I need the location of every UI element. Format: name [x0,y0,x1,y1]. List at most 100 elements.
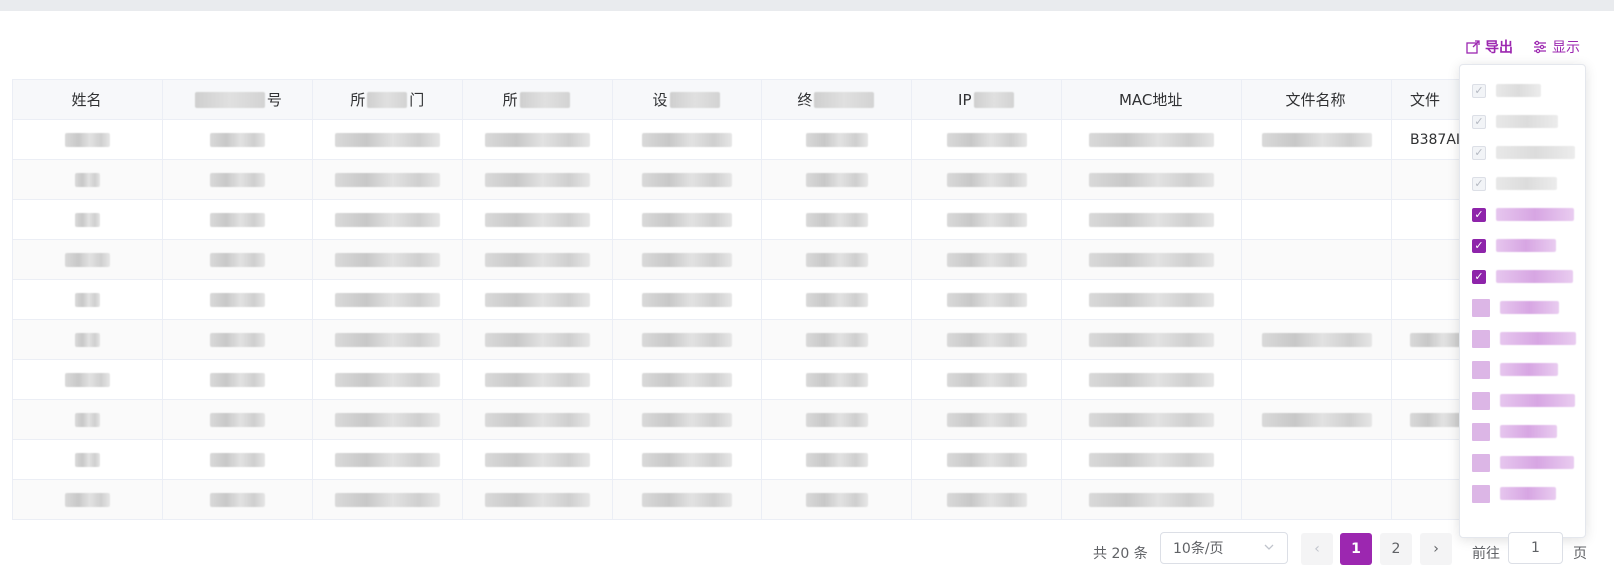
column-header[interactable]: 号 [162,80,313,120]
redacted-text [805,172,868,187]
redacted-text [642,372,732,387]
column-header-prefix: 终 [797,91,813,109]
export-button[interactable]: 导出 [1466,36,1513,58]
redacted-text [1496,239,1556,252]
column-header[interactable]: 文件名称 [1242,80,1392,120]
column-header[interactable]: 设 [612,80,763,120]
table-cell [312,120,463,160]
table-cell [13,320,163,360]
column-option[interactable]: ✓ [1460,230,1585,261]
table-row[interactable] [13,400,1502,440]
column-header[interactable]: 姓名 [13,80,163,120]
table-row[interactable] [13,160,1502,200]
redacted-text [367,91,408,108]
redacted-text [484,252,590,267]
redacted-text [334,332,440,347]
checkbox-unchecked-icon[interactable] [1472,360,1490,379]
redacted-text [1089,452,1215,467]
table-row[interactable] [13,360,1502,400]
redacted-text [334,212,440,227]
column-option: ✓ [1460,106,1585,137]
redacted-text [334,252,440,267]
redacted-text [642,332,732,347]
redacted-text [484,172,590,187]
checkbox-unchecked-icon[interactable] [1472,484,1490,503]
checkbox-checked-icon[interactable]: ✓ [1472,238,1486,253]
redacted-text [1496,270,1573,283]
page-2-button[interactable]: 2 [1380,533,1412,565]
redacted-text [209,452,265,467]
checkbox-unchecked-icon[interactable] [1472,391,1490,410]
redacted-text [334,372,440,387]
redacted-text [946,452,1027,467]
column-header[interactable]: 所 [462,80,613,120]
table-cell [762,160,913,200]
checkbox-unchecked-icon[interactable] [1472,453,1490,472]
column-option[interactable] [1460,292,1585,323]
goto-page-input[interactable] [1508,532,1563,564]
table-cell [1242,360,1392,400]
column-option[interactable]: ✓ [1460,261,1585,292]
redacted-text [1496,208,1574,221]
table-cell [912,480,1063,520]
table-row[interactable] [13,240,1502,280]
table-cell [13,160,163,200]
display-columns-button[interactable]: 显示 [1533,36,1580,58]
column-header-suffix: 门 [409,91,425,109]
table-header: 姓名号所门所设终 IP MAC地址 文件名称 文件 [13,80,1502,120]
table-cell [612,160,763,200]
redacted-text [209,492,265,507]
table-cell [1062,320,1243,360]
table-cell [13,400,163,440]
column-header[interactable]: 所门 [312,80,463,120]
column-header[interactable]: MAC地址 [1062,80,1243,120]
redacted-text [484,412,590,427]
column-header[interactable]: IP [912,80,1063,120]
redacted-text [1089,132,1215,147]
table-cell [612,200,763,240]
column-option[interactable] [1460,323,1585,354]
page-1-button[interactable]: 1 [1340,533,1372,565]
table-row[interactable] [13,200,1502,240]
redacted-text [1261,332,1372,347]
table-row[interactable] [13,440,1502,480]
table-cell [912,400,1063,440]
table-cell [162,400,313,440]
file-name-fragment: B387AI [1410,131,1461,148]
table-row[interactable] [13,320,1502,360]
checkbox-unchecked-icon[interactable] [1472,329,1490,348]
next-page-button[interactable]: › [1420,533,1452,565]
table-row[interactable] [13,480,1502,520]
redacted-text [805,132,868,147]
column-option[interactable] [1460,385,1585,416]
column-option[interactable]: ✓ [1460,199,1585,230]
page-size-select[interactable]: 10条/页 [1160,532,1288,564]
filter-settings-icon [1534,40,1546,54]
column-option[interactable] [1460,354,1585,385]
checkbox-unchecked-icon[interactable] [1472,298,1490,317]
column-option[interactable] [1460,416,1585,447]
column-header[interactable]: 终 [762,80,913,120]
checkbox-checked-icon[interactable]: ✓ [1472,207,1486,222]
checkbox-checked-icon[interactable]: ✓ [1472,269,1486,284]
redacted-text [805,412,868,427]
table-cell [1242,320,1392,360]
prev-page-button[interactable]: ‹ [1301,533,1333,565]
redacted-text [642,412,732,427]
table-cell [912,360,1063,400]
table-cell [1062,440,1243,480]
redacted-text [1496,177,1557,190]
table-row[interactable] [13,280,1502,320]
column-header-content: 终 [797,89,876,110]
column-option[interactable] [1460,447,1585,478]
column-option[interactable] [1460,478,1585,509]
redacted-text [64,252,110,267]
redacted-text [946,252,1027,267]
table-cell [462,400,613,440]
checkbox-unchecked-icon[interactable] [1472,422,1490,441]
table-row[interactable]: B387AI [13,120,1502,160]
checkbox-checked-icon: ✓ [1472,145,1486,160]
column-header-prefix: 所 [350,91,366,109]
redacted-text [209,132,265,147]
page-size-value: 10条/页 [1173,541,1224,557]
